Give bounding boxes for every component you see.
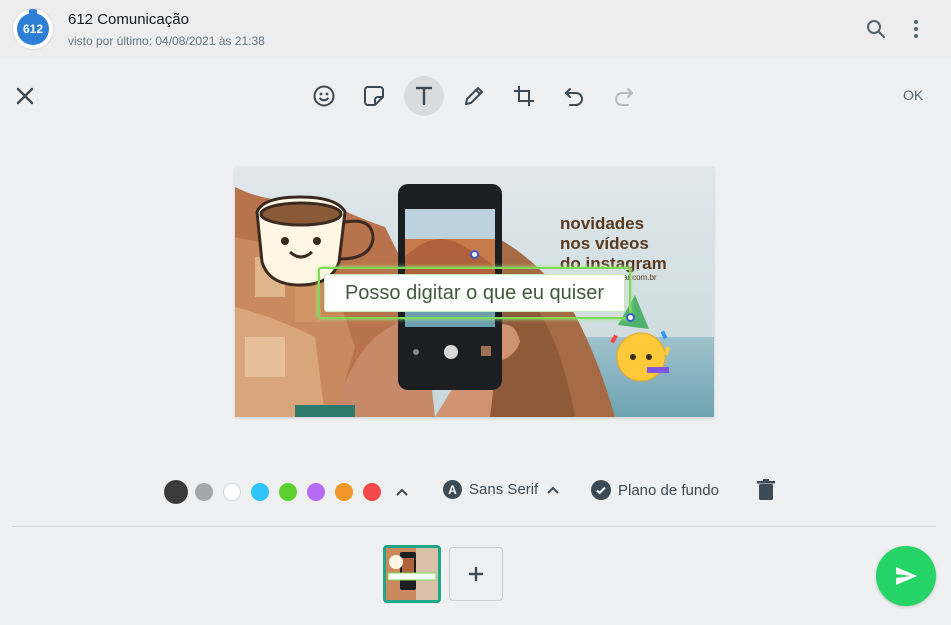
media-thumbnail[interactable] (383, 545, 441, 603)
send-icon (896, 567, 917, 585)
thumbnail-preview (386, 548, 438, 600)
promo-line-1: novidades (560, 214, 645, 233)
emoji-icon[interactable] (304, 76, 344, 116)
pencil-icon[interactable] (454, 76, 494, 116)
add-media-button[interactable] (449, 547, 503, 601)
chevron-up-icon[interactable] (394, 484, 410, 500)
text-overlay[interactable]: Posso digitar o que eu quiser (324, 274, 625, 312)
font-selector[interactable]: A Sans Serif (443, 480, 561, 499)
text-icon[interactable] (404, 76, 444, 116)
color-swatch-red[interactable] (363, 483, 381, 501)
font-label: Sans Serif (469, 481, 539, 498)
divider (12, 526, 936, 527)
undo-icon[interactable] (554, 76, 594, 116)
color-swatch-green[interactable] (279, 483, 297, 501)
plus-icon (469, 567, 483, 581)
background-label: Plano de fundo (618, 481, 719, 499)
editor-toolbar: OK (0, 59, 951, 131)
chat-header: 612 612 Comunicação visto por último: 04… (0, 0, 951, 59)
promo-line-2: nos vídeos (560, 234, 649, 253)
trash-icon[interactable] (756, 479, 776, 501)
contact-name[interactable]: 612 Comunicação (68, 11, 189, 28)
last-seen-status: visto por último: 04/08/2021 às 21:38 (68, 34, 265, 48)
menu-icon[interactable] (904, 17, 928, 41)
resize-handle[interactable] (626, 313, 635, 322)
redo-icon[interactable] (604, 76, 644, 116)
color-swatch-dark[interactable] (164, 480, 188, 504)
avatar-logo: 612 (17, 9, 49, 45)
font-icon: A (443, 480, 462, 499)
sticker-icon[interactable] (354, 76, 394, 116)
crop-icon[interactable] (504, 76, 544, 116)
search-icon[interactable] (864, 17, 888, 41)
ok-button[interactable]: OK (903, 87, 923, 103)
promo-headline: novidades nos vídeos do instagram (560, 214, 667, 274)
close-icon[interactable] (13, 84, 37, 108)
color-swatch-orange[interactable] (335, 483, 353, 501)
check-icon (591, 480, 611, 500)
chevron-up-icon (547, 486, 559, 494)
rotate-handle[interactable] (470, 250, 479, 259)
avatar[interactable]: 612 (12, 8, 54, 50)
text-overlay-box[interactable]: Posso digitar o que eu quiser (318, 267, 631, 319)
color-swatch-purple[interactable] (307, 483, 325, 501)
color-swatch-gray[interactable] (195, 483, 213, 501)
send-button[interactable] (876, 546, 936, 606)
background-toggle[interactable]: Plano de fundo (591, 480, 719, 500)
color-swatch-white[interactable] (223, 483, 241, 501)
color-swatch-blue[interactable] (251, 483, 269, 501)
